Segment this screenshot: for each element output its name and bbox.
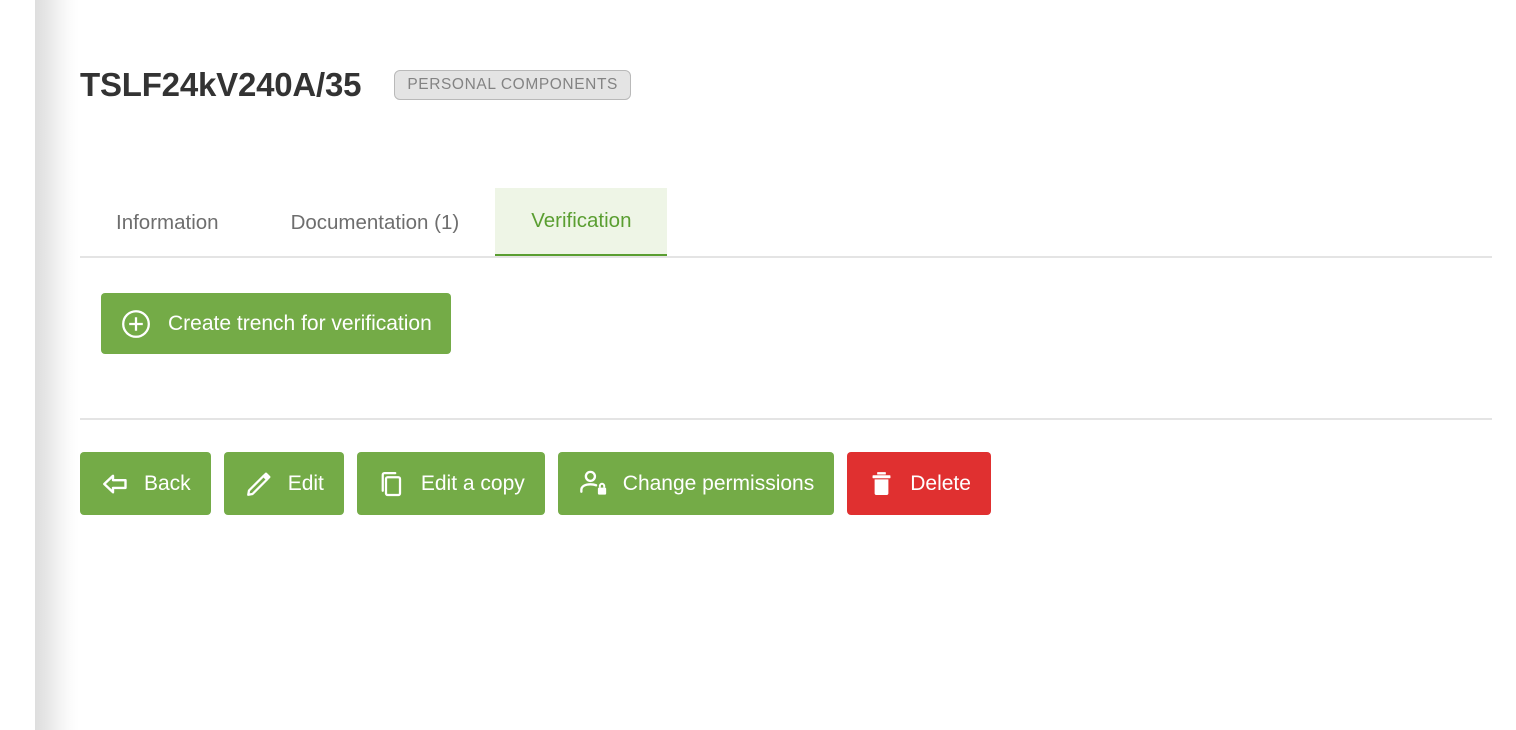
footer-action-bar: Back Edit Edit a copy Change permissions… xyxy=(80,452,991,515)
verification-panel: Create trench for verification xyxy=(101,293,451,354)
change-permissions-button-label: Change permissions xyxy=(622,472,815,495)
pencil-icon xyxy=(244,469,274,499)
trash-icon xyxy=(867,469,896,498)
tab-bar: Information Documentation (1) Verificati… xyxy=(80,188,1492,257)
edit-a-copy-button-label: Edit a copy xyxy=(420,472,525,495)
main-content: TSLF24kV240A/35 PERSONAL COMPONENTS Info… xyxy=(0,0,1516,730)
delete-button-label: Delete xyxy=(910,472,971,495)
create-trench-button-label: Create trench for verification xyxy=(168,312,432,335)
change-permissions-button[interactable]: Change permissions xyxy=(557,452,835,515)
copy-icon xyxy=(377,469,407,499)
tab-verification[interactable]: Verification xyxy=(495,188,668,257)
account-lock-icon xyxy=(578,468,609,499)
page-header: TSLF24kV240A/35 PERSONAL COMPONENTS xyxy=(80,66,631,104)
actions-divider xyxy=(80,418,1492,420)
arrow-left-icon xyxy=(100,469,130,499)
edit-button[interactable]: Edit xyxy=(223,452,344,515)
back-button-label: Back xyxy=(144,472,191,495)
tab-documentation[interactable]: Documentation (1) xyxy=(255,188,496,257)
create-trench-button[interactable]: Create trench for verification xyxy=(101,293,451,354)
plus-circle-icon xyxy=(120,308,152,340)
delete-button[interactable]: Delete xyxy=(847,452,991,515)
back-button[interactable]: Back xyxy=(80,452,211,515)
status-badge: PERSONAL COMPONENTS xyxy=(394,69,631,101)
page-title: TSLF24kV240A/35 xyxy=(80,66,362,103)
edit-a-copy-button[interactable]: Edit a copy xyxy=(356,452,545,515)
tabs-divider xyxy=(80,256,1492,258)
edit-button-label: Edit xyxy=(287,472,324,495)
page-root: TSLF24kV240A/35 PERSONAL COMPONENTS Info… xyxy=(0,0,1516,730)
tab-information[interactable]: Information xyxy=(80,188,255,257)
